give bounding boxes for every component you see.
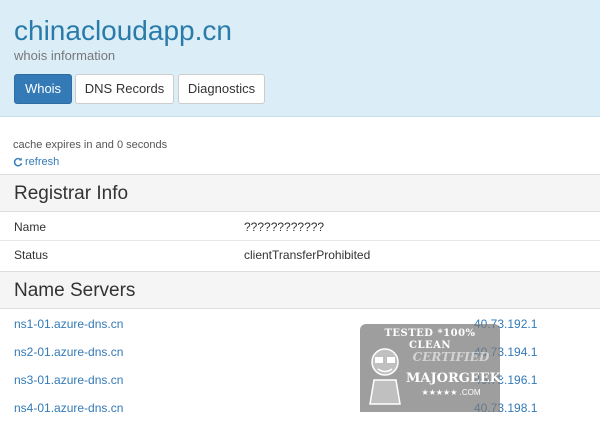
nameservers-title: Name Servers (14, 280, 136, 301)
nameservers-section-header: Name Servers (0, 271, 600, 309)
registrar-name-key: Name (14, 220, 47, 234)
tab-diagnostics[interactable]: Diagnostics (178, 74, 265, 104)
nameserver-host[interactable]: ns3-01.azure-dns.cn (14, 372, 123, 388)
watermark-certified-text: CERTIFIED (412, 350, 490, 364)
registrar-section-header: Registrar Info (0, 174, 600, 212)
registrar-status-key: Status (14, 248, 49, 262)
watermark-stars-text: ★★★★★ .COM (421, 388, 481, 397)
cache-status: cache expires in and 0 seconds (13, 139, 168, 151)
table-row: Name ???????????? (0, 213, 600, 241)
registrar-title: Registrar Info (14, 183, 129, 204)
majorgeeks-watermark: TESTED *100% CLEAN CERTIFIED MAJORGEEKS … (360, 324, 511, 412)
table-row: ns1-01.azure-dns.cn 40.73.192.1 (0, 310, 600, 338)
refresh-icon (13, 157, 23, 167)
site-header: chinacloudapp.cn whois information Whois… (0, 0, 600, 117)
refresh-link[interactable]: refresh (13, 155, 59, 169)
refresh-label: refresh (25, 156, 60, 168)
table-row: ns2-01.azure-dns.cn 40.73.194.1 (0, 338, 600, 366)
registrar-status-value: clientTransferProhibited (244, 248, 371, 262)
table-row: ns4-01.azure-dns.cn 40.73.198.1 (0, 394, 600, 422)
watermark-brand-text: MAJORGEEKS (406, 371, 511, 386)
table-row: Status clientTransferProhibited (0, 241, 600, 269)
nameserver-host[interactable]: ns4-01.azure-dns.cn (14, 400, 123, 416)
tab-dns-records[interactable]: DNS Records (75, 74, 174, 104)
tab-whois[interactable]: Whois (14, 74, 72, 104)
mascot-icon (369, 348, 401, 405)
nameserver-host[interactable]: ns1-01.azure-dns.cn (14, 316, 123, 332)
registrar-name-value: ???????????? (244, 220, 325, 234)
table-row: ns3-01.azure-dns.cn 40.73.196.1 (0, 366, 600, 394)
nameserver-host[interactable]: ns2-01.azure-dns.cn (14, 344, 123, 360)
page-title: chinacloudapp.cn (14, 15, 232, 46)
page-subtitle: whois information (14, 48, 116, 63)
